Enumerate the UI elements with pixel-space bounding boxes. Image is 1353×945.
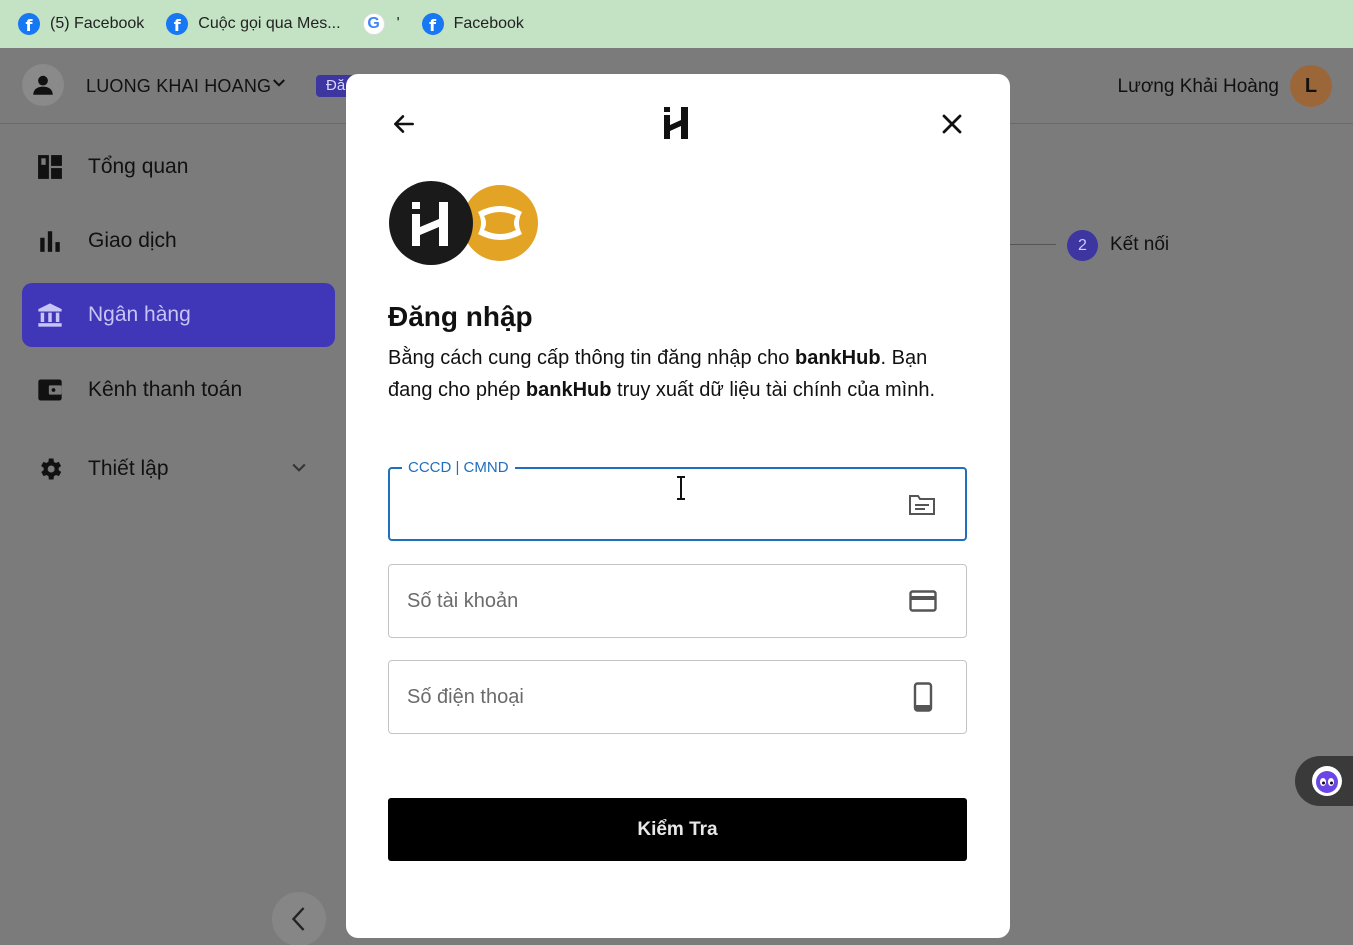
step-label: Kết nối [1110, 234, 1170, 255]
brand-name: bankHub [525, 379, 612, 401]
phone-number-field[interactable] [388, 660, 967, 734]
bookmarks-bar: f (5) Facebook f Cuộc gọi qua Mes... G '… [0, 0, 1353, 48]
bank-logo-icon [462, 185, 538, 261]
modal-description: Bằng cách cung cấp thông tin đăng nhập c… [388, 347, 936, 401]
chevron-down-icon[interactable] [289, 457, 309, 483]
bank-connection-logos [388, 180, 540, 266]
wallet-icon [36, 376, 64, 404]
user-name: Lương Khải Hoàng [1117, 76, 1279, 97]
close-button[interactable] [936, 108, 968, 140]
bookmark-facebook-2[interactable]: f Facebook [421, 13, 524, 35]
chat-widget-button[interactable] [1295, 756, 1353, 806]
back-button[interactable] [388, 108, 420, 140]
account-icon[interactable] [22, 64, 64, 106]
sidebar-item-label: Ngân hàng [88, 303, 191, 326]
facebook-icon: f [421, 13, 444, 35]
bookmark-label: Cuộc gọi qua Mes... [198, 15, 341, 32]
brand-name: bankHub [794, 347, 881, 369]
account-number-field[interactable] [388, 564, 967, 638]
account-number-input[interactable] [407, 565, 887, 637]
smartphone-icon [908, 682, 938, 712]
sidebar-item-overview[interactable]: Tổng quan [22, 135, 335, 199]
bar-chart-icon [36, 227, 64, 255]
sidebar-item-bank[interactable]: Ngân hàng [22, 283, 335, 347]
arrow-left-icon [394, 115, 414, 133]
sidebar-item-label: Thiết lập [88, 457, 169, 480]
sidebar-item-transactions[interactable]: Giao dịch [22, 209, 335, 273]
sidebar-item-payment-channels[interactable]: Kênh thanh toán [22, 358, 335, 422]
sidebar-item-label: Giao dịch [88, 229, 177, 252]
chevron-left-icon [291, 907, 305, 931]
bookmark-label: Facebook [453, 15, 524, 32]
chevron-down-icon[interactable] [270, 74, 288, 97]
facebook-icon: f [18, 13, 40, 35]
bankhub-logo [662, 106, 692, 140]
bookmark-messenger-call[interactable]: f Cuộc gọi qua Mes... [166, 13, 341, 35]
stepper-connector [1008, 244, 1056, 245]
check-button[interactable]: Kiểm Tra [388, 798, 967, 861]
bank-icon [36, 301, 64, 329]
avatar[interactable]: L [1290, 65, 1332, 107]
id-card-icon [907, 489, 937, 519]
id-number-input[interactable] [408, 469, 888, 539]
google-icon: G [362, 13, 385, 35]
login-modal: Đăng nhập Bằng cách cung cấp thông tin đ… [346, 74, 1010, 938]
account-name[interactable]: LUONG KHAI HOANG [86, 76, 271, 97]
chatbot-icon [1312, 766, 1342, 796]
sidebar-item-label: Kênh thanh toán [88, 378, 243, 401]
bankhub-round-logo-icon [389, 181, 473, 265]
collapse-sidebar-button[interactable] [272, 892, 326, 945]
bookmark-label: ' [396, 15, 400, 32]
sidebar-item-settings[interactable]: Thiết lập [22, 437, 335, 501]
credit-card-icon [908, 586, 938, 616]
bookmark-label: (5) Facebook [50, 15, 145, 32]
close-icon [942, 114, 962, 134]
sidebar-item-label: Tổng quan [88, 155, 189, 178]
bookmark-facebook-1[interactable]: f (5) Facebook [18, 13, 144, 35]
step-number: 2 [1067, 230, 1098, 261]
facebook-icon: f [166, 13, 189, 35]
dashboard-icon [36, 153, 64, 181]
gear-icon [36, 455, 64, 483]
text-cursor-icon [677, 476, 685, 500]
modal-title: Đăng nhập [388, 301, 533, 332]
bookmark-google[interactable]: G ' [362, 13, 400, 35]
phone-number-input[interactable] [407, 661, 887, 733]
